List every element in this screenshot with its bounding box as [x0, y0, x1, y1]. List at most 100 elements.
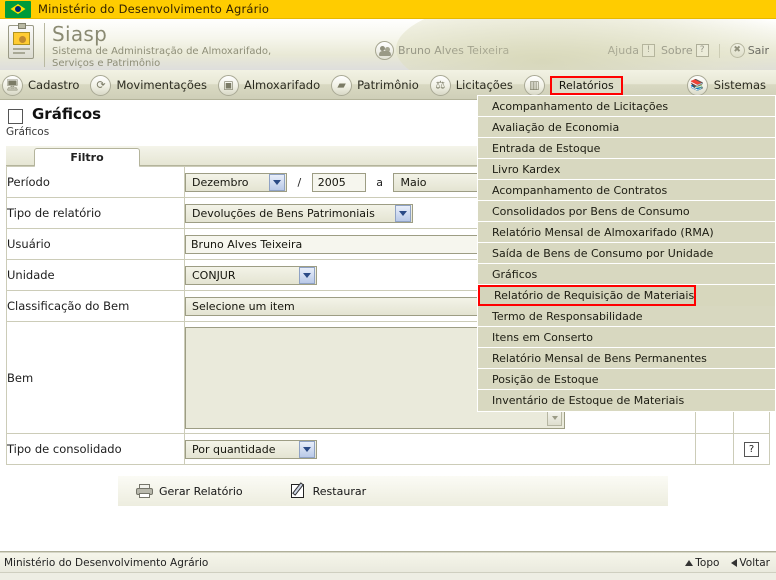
- monitor-icon: 🖥: [2, 74, 23, 96]
- chevron-down-icon: [299, 266, 315, 284]
- menu-item-inventario-estoque-materiais[interactable]: Inventário de Estoque de Materiais: [478, 390, 775, 411]
- menu-item-itens-conserto[interactable]: Itens em Conserto: [478, 327, 775, 348]
- menu-item-relatorio-mensal-bens-permanentes[interactable]: Relatório Mensal de Bens Permanentes: [478, 348, 775, 369]
- generate-report-label: Gerar Relatório: [159, 484, 243, 498]
- links-separator: [718, 43, 720, 58]
- chevron-down-icon: [395, 204, 411, 222]
- gavel-icon: ⚖: [429, 74, 451, 96]
- label-unidade: Unidade: [6, 259, 185, 291]
- relatorios-dropdown-menu: Acompanhamento de Licitações Avaliação d…: [477, 95, 776, 412]
- nav-label-relatorios: Relatórios: [549, 75, 623, 95]
- about-link[interactable]: Sobre ?: [661, 44, 709, 57]
- restore-label: Restaurar: [312, 484, 367, 498]
- about-label: Sobre: [660, 44, 693, 57]
- page-help-icon[interactable]: question-icon: [8, 109, 23, 124]
- system-subtitle-line2: Serviços e Patrimônio: [52, 58, 161, 69]
- tag-icon: ▰: [331, 74, 353, 96]
- breadcrumb: Gráficos: [6, 126, 50, 138]
- period-separator: /: [297, 175, 302, 189]
- triangle-left-icon: [731, 558, 738, 567]
- chevron-down-icon: [299, 440, 315, 458]
- exclamation-icon: !: [641, 44, 655, 57]
- label-usuario: Usuário: [6, 228, 185, 260]
- nav-item-cadastro[interactable]: 🖥 Cadastro: [0, 70, 88, 100]
- period-between-label: a: [376, 175, 383, 189]
- menu-item-posicao-estoque[interactable]: Posição de Estoque: [478, 369, 775, 390]
- printer-icon: [136, 484, 153, 498]
- nav-label-cadastro: Cadastro: [28, 78, 80, 92]
- tab-filtro[interactable]: Filtro: [34, 148, 140, 167]
- system-subtitle-line1: Sistema de Administração de Almoxarifado…: [52, 46, 272, 57]
- label-tipo-relatorio: Tipo de relatório: [6, 197, 185, 229]
- current-user: Bruno Alves Teixeira: [375, 41, 509, 60]
- system-header: Siasp Sistema de Administração de Almoxa…: [0, 19, 776, 70]
- tipo-consolidado-help-icon[interactable]: ?: [744, 441, 759, 457]
- close-x-icon: ✖: [729, 43, 745, 58]
- tipo-consolidado-select[interactable]: Por quantidade: [185, 439, 317, 459]
- nav-item-almoxarifado[interactable]: ▣ Almoxarifado: [216, 70, 329, 100]
- menu-item-acompanhamento-contratos[interactable]: Acompanhamento de Contratos: [478, 180, 775, 201]
- id-badge-icon: [8, 23, 34, 59]
- nav-item-patrimonio[interactable]: ▰ Patrimônio: [329, 70, 428, 100]
- tipo-relatorio-value: Devoluções de Bens Patrimoniais: [192, 206, 375, 220]
- chevron-down-icon: [269, 173, 285, 191]
- page-footer: Ministério do Desenvolvimento Agrário To…: [0, 552, 776, 572]
- back-link[interactable]: Voltar: [731, 557, 770, 569]
- back-label: Voltar: [739, 556, 770, 569]
- question-icon: ?: [695, 44, 709, 57]
- users-icon: [375, 41, 394, 60]
- unidade-value: CONJUR: [192, 268, 236, 282]
- nav-label-almoxarifado: Almoxarifado: [243, 78, 321, 92]
- month-from-value: Dezembro: [192, 175, 249, 189]
- header-divider: [44, 23, 45, 67]
- menu-item-graficos[interactable]: Gráficos: [478, 264, 775, 285]
- menu-item-relatorio-requisicao-materiais[interactable]: Relatório de Requisição de Materiais: [478, 285, 697, 306]
- table-row-tipo-consolidado: Tipo de consolidado Por quantidade ?: [6, 433, 770, 465]
- nav-label-licitacoes: Licitações: [455, 78, 513, 92]
- label-tipo-consolidado: Tipo de consolidado: [6, 433, 185, 465]
- government-bar: Ministério do Desenvolvimento Agrário: [0, 0, 776, 19]
- boxes-icon: ▣: [217, 74, 239, 96]
- nav-item-movimentacoes[interactable]: ⟳ Movimentações: [88, 70, 216, 100]
- menu-item-livro-kardex[interactable]: Livro Kardex: [478, 159, 775, 180]
- tipo-consolidado-value: Por quantidade: [192, 442, 276, 456]
- field-tipo-consolidado: Por quantidade: [184, 433, 696, 465]
- menu-item-entrada-estoque[interactable]: Entrada de Estoque: [478, 138, 775, 159]
- help-link[interactable]: Ajuda !: [608, 44, 655, 57]
- action-bar: Gerar Relatório Restaurar: [118, 476, 668, 506]
- restore-button[interactable]: Restaurar: [290, 482, 367, 499]
- brazil-flag-icon: [5, 0, 31, 18]
- back-to-top-link[interactable]: Topo: [685, 557, 719, 569]
- label-classificacao: Classificação do Bem: [6, 290, 185, 322]
- row-spacer-7: [695, 433, 734, 465]
- footer-text: Ministério do Desenvolvimento Agrário: [4, 556, 209, 569]
- generate-report-button[interactable]: Gerar Relatório: [136, 484, 243, 498]
- edit-note-icon: [290, 482, 307, 499]
- tipo-relatorio-select[interactable]: Devoluções de Bens Patrimoniais: [185, 203, 413, 223]
- unidade-select[interactable]: CONJUR: [185, 265, 317, 285]
- menu-item-saida-bens-consumo-unidade[interactable]: Saída de Bens de Consumo por Unidade: [478, 243, 775, 264]
- menu-item-avaliacao-economia[interactable]: Avaliação de Economia: [478, 117, 775, 138]
- system-name: Siasp: [52, 22, 108, 46]
- government-title: Ministério do Desenvolvimento Agrário: [38, 2, 270, 16]
- menu-item-termo-responsabilidade[interactable]: Termo de Responsabilidade: [478, 306, 775, 327]
- month-from-select[interactable]: Dezembro: [185, 172, 287, 192]
- application-window: Ministério do Desenvolvimento Agrário Si…: [0, 0, 776, 580]
- header-links: Ajuda ! Sobre ? ✖ Sair: [608, 43, 769, 58]
- help-label: Ajuda: [607, 44, 639, 57]
- menu-item-acompanhamento-licitacoes[interactable]: Acompanhamento de Licitações: [478, 96, 775, 117]
- nav-label-movimentacoes: Movimentações: [116, 78, 207, 92]
- month-to-value: Maio: [400, 175, 427, 189]
- menu-item-consolidados-bens-consumo[interactable]: Consolidados por Bens de Consumo: [478, 201, 775, 222]
- menu-item-relatorio-mensal-almoxarifado[interactable]: Relatório Mensal de Almoxarifado (RMA): [478, 222, 775, 243]
- arrows-cycle-icon: ⟳: [90, 74, 112, 96]
- scroll-down-icon[interactable]: [547, 410, 562, 426]
- label-periodo: Período: [6, 166, 185, 198]
- label-bem: Bem: [6, 321, 185, 434]
- year-from-input[interactable]: 2005: [311, 172, 366, 192]
- footer-links: Topo Voltar: [685, 557, 770, 569]
- logout-label: Sair: [747, 44, 769, 57]
- user-name-label: Bruno Alves Teixeira: [398, 44, 510, 57]
- logout-link[interactable]: ✖ Sair: [729, 43, 769, 58]
- back-to-top-label: Topo: [695, 556, 720, 569]
